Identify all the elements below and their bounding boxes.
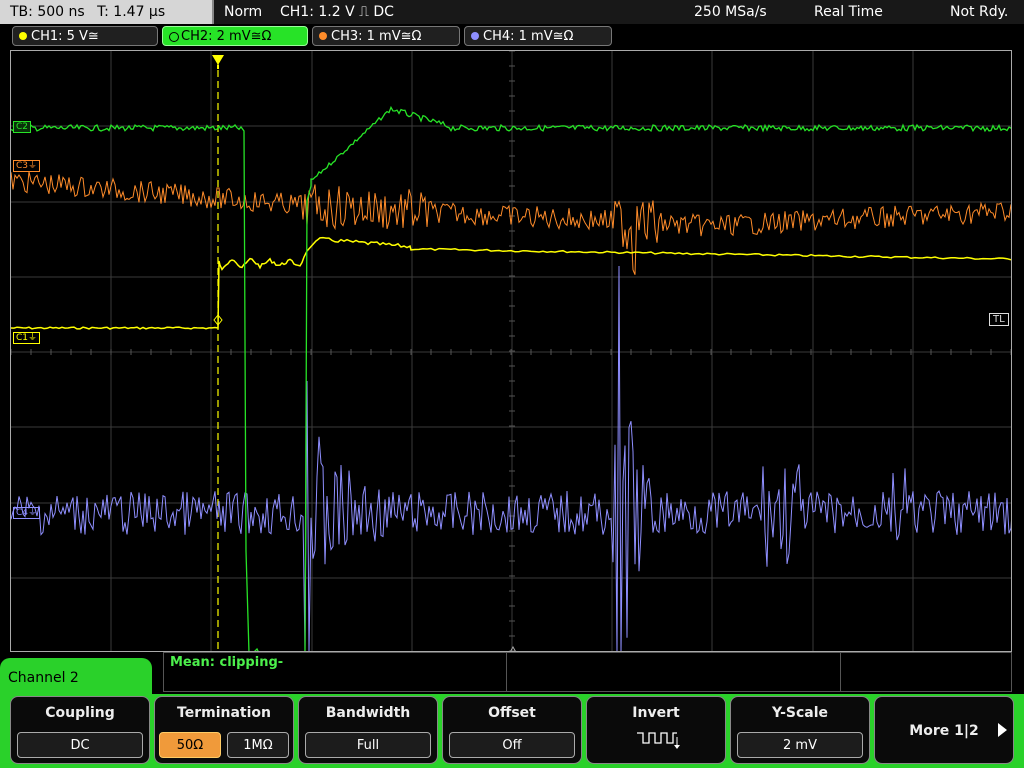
status-bar: TB: 500 ns T: 1.47 µs Norm CH1: 1.2 V ⎍ … xyxy=(0,0,1024,24)
trigger-marker-icon xyxy=(212,55,224,65)
termination-softkey[interactable]: Termination 50Ω 1MΩ xyxy=(154,696,294,764)
tab-ch2[interactable]: CH2: 2 mV≅Ω xyxy=(162,26,308,46)
acquisition-mode[interactable]: Real Time xyxy=(814,0,883,24)
invert-softkey[interactable]: Invert xyxy=(586,696,726,764)
termination-50ohm-option[interactable]: 50Ω xyxy=(159,732,221,758)
waveform-display[interactable]: C2 C3⏚ C1⏚ C4⏚ TL xyxy=(10,50,1012,652)
tab-ch1[interactable]: CH1: 5 V≅ xyxy=(12,26,158,46)
ch3-label: CH3: 1 mV≅Ω xyxy=(331,29,422,44)
ch2-dot-icon xyxy=(169,32,179,42)
invert-waveform-icon xyxy=(637,732,680,749)
timebase-box[interactable]: TB: 500 ns T: 1.47 µs xyxy=(0,0,214,24)
coupling-value[interactable]: DC xyxy=(17,732,143,758)
offset-title: Offset xyxy=(488,705,536,721)
tab-ch3[interactable]: CH3: 1 mV≅Ω xyxy=(312,26,460,46)
ch2-ground-marker[interactable]: C2 xyxy=(13,121,32,133)
tab-ch4[interactable]: CH4: 1 mV≅Ω xyxy=(464,26,612,46)
bandwidth-value[interactable]: Full xyxy=(305,732,431,758)
timebase-value: TB: 500 ns xyxy=(10,4,85,20)
more-title: More 1|2 xyxy=(909,723,979,739)
termination-title: Termination xyxy=(177,705,271,721)
trigger-time-value: T: 1.47 µs xyxy=(97,4,166,20)
waveform-canvas xyxy=(11,51,1011,651)
trigger-mode[interactable]: Norm xyxy=(224,0,262,24)
coupling-softkey[interactable]: Coupling DC xyxy=(10,696,150,764)
y-scale-title: Y-Scale xyxy=(771,705,828,721)
ch4-ground-marker[interactable]: C4⏚ xyxy=(13,507,41,519)
bandwidth-title: Bandwidth xyxy=(325,705,411,721)
offset-value[interactable]: Off xyxy=(449,732,575,758)
termination-1mohm-option[interactable]: 1MΩ xyxy=(227,732,289,758)
y-scale-softkey[interactable]: Y-Scale 2 mV xyxy=(730,696,870,764)
coupling-title: Coupling xyxy=(45,705,115,721)
invert-title: Invert xyxy=(632,705,680,721)
next-page-arrow-icon xyxy=(998,723,1007,737)
ch1-ground-marker[interactable]: C1⏚ xyxy=(13,332,41,344)
ch4-dot-icon xyxy=(471,32,479,40)
bandwidth-softkey[interactable]: Bandwidth Full xyxy=(298,696,438,764)
measurement-bar[interactable]: Mean: clipping- xyxy=(163,652,1012,692)
trigger-source[interactable]: CH1: 1.2 V ⎍ DC xyxy=(280,0,394,24)
more-softkey[interactable]: More 1|2 xyxy=(874,696,1014,764)
softkey-bar: Coupling DC Termination 50Ω 1MΩ Bandwidt… xyxy=(0,694,1024,768)
y-scale-value[interactable]: 2 mV xyxy=(737,732,863,758)
ch1-waveform xyxy=(11,236,1011,330)
measurement-text: Mean: clipping- xyxy=(170,655,284,670)
ch1-label: CH1: 5 V≅ xyxy=(31,29,99,44)
ch3-dot-icon xyxy=(319,32,327,40)
measurement-divider xyxy=(506,653,507,691)
sample-rate: 250 MSa/s xyxy=(694,4,767,20)
ch2-label: CH2: 2 mV≅Ω xyxy=(181,29,272,44)
ch3-ground-marker[interactable]: C3⏚ xyxy=(13,160,41,172)
channel-tabs: CH1: 5 V≅ CH2: 2 mV≅Ω CH3: 1 mV≅Ω CH4: 1… xyxy=(0,26,1024,48)
acquisition-status: Not Rdy. xyxy=(950,4,1009,20)
ch4-label: CH4: 1 mV≅Ω xyxy=(483,29,574,44)
trigger-level-marker[interactable]: TL xyxy=(989,313,1009,326)
offset-softkey[interactable]: Offset Off xyxy=(442,696,582,764)
measurement-divider xyxy=(840,653,841,691)
ch1-dot-icon xyxy=(19,32,27,40)
